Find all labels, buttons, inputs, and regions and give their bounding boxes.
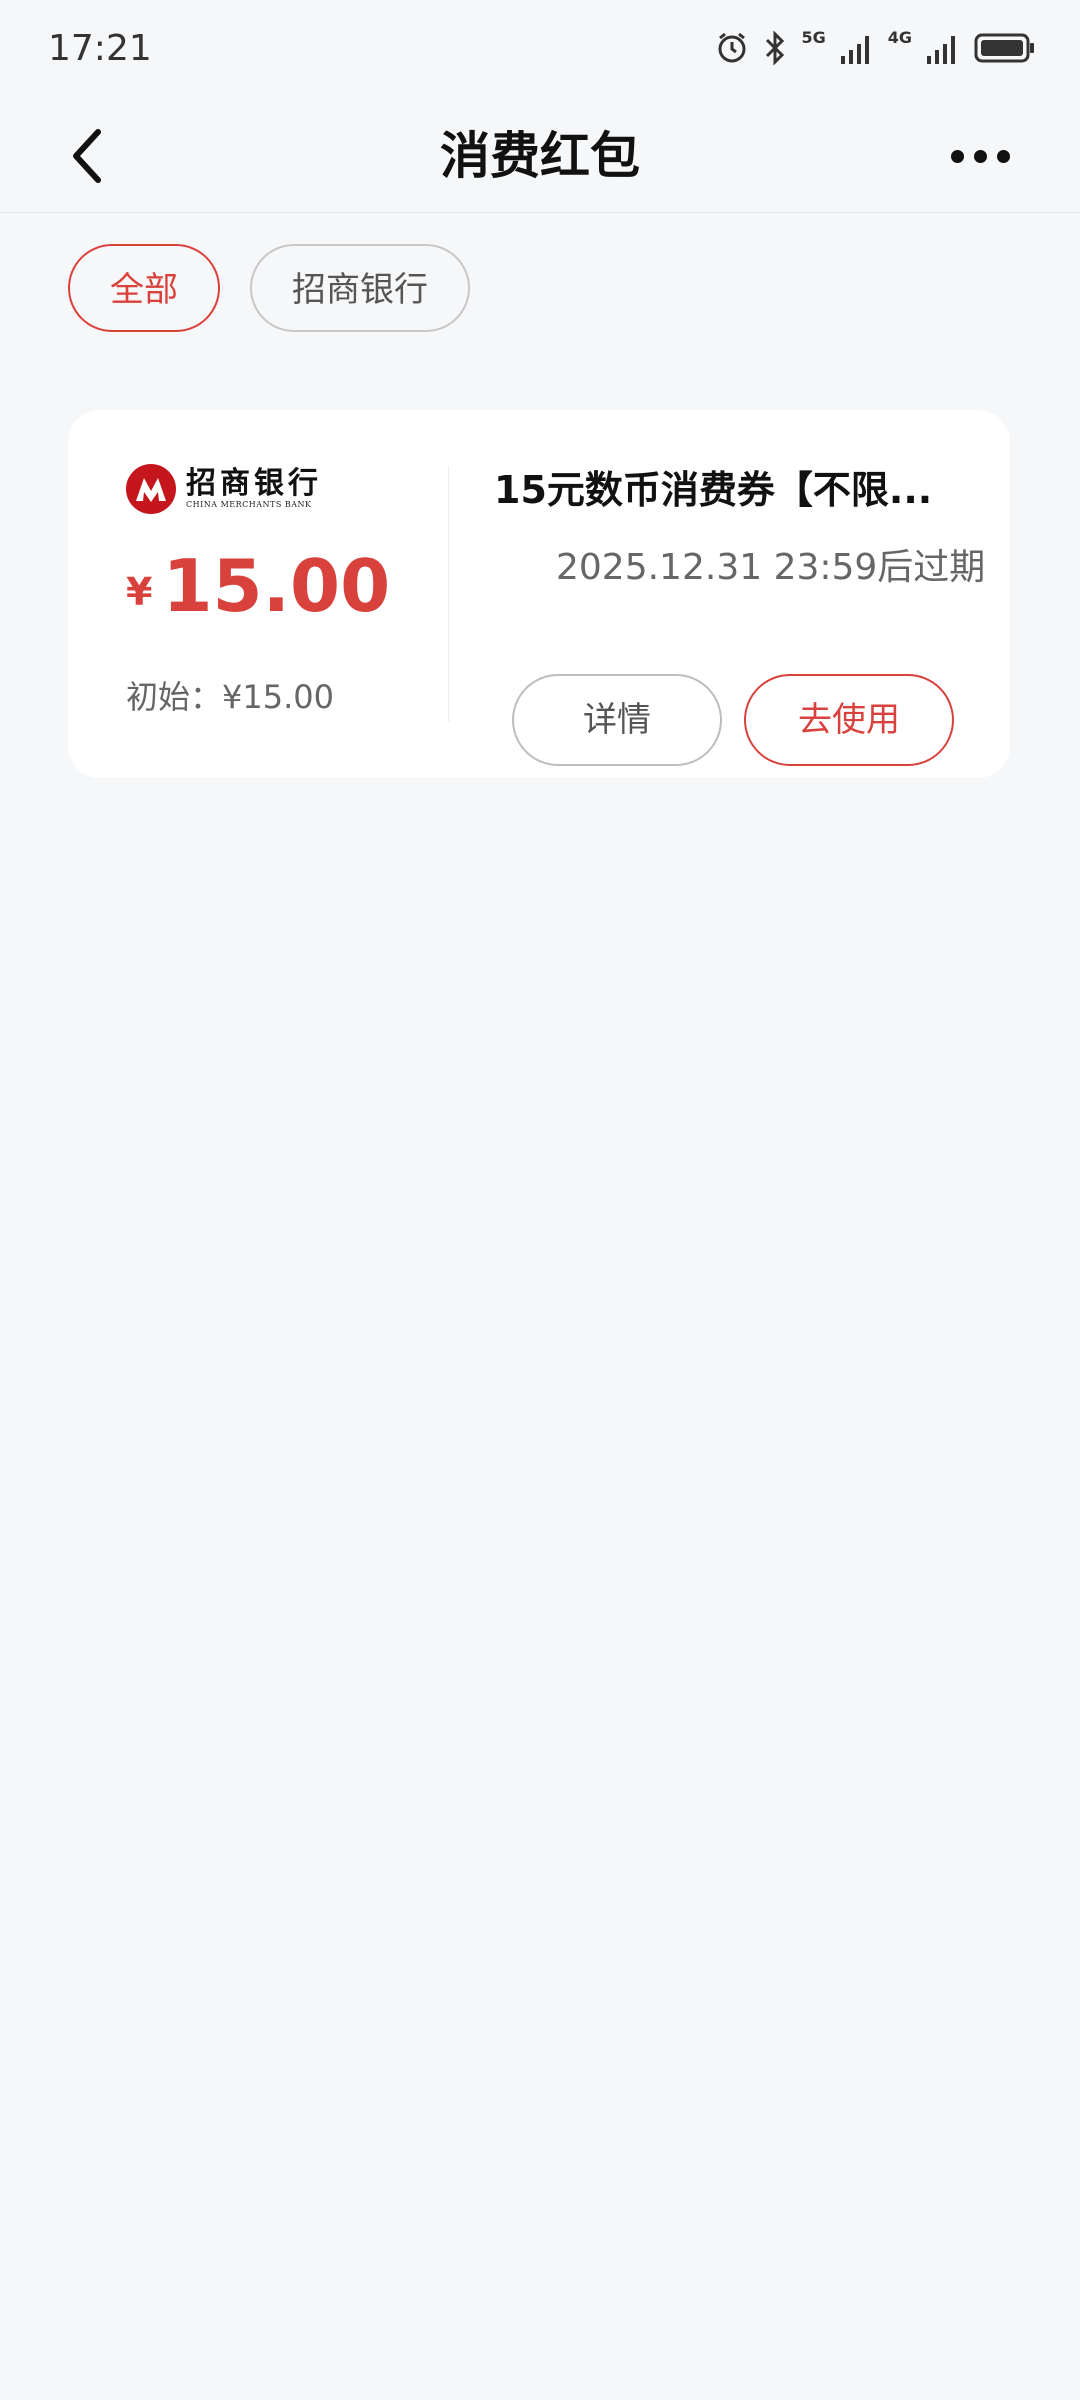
details-button[interactable]: 详情 <box>512 674 722 766</box>
filter-chip-cmb[interactable]: 招商银行 <box>250 244 470 332</box>
bank-name-en: CHINA MERCHANTS BANK <box>186 500 312 509</box>
amount-value: 15.00 <box>162 544 391 628</box>
alarm-icon <box>718 32 746 63</box>
use-button[interactable]: 去使用 <box>744 674 954 766</box>
cmb-logo-icon <box>126 464 176 514</box>
filter-chips: 全部 招商银行 <box>68 244 470 332</box>
coupon-actions: 详情 去使用 <box>512 674 954 766</box>
coupon-card: 招商银行 CHINA MERCHANTS BANK ¥15.00 初始：¥15.… <box>68 410 1010 778</box>
bank-logo: 招商银行 CHINA MERCHANTS BANK <box>126 464 426 514</box>
currency-symbol: ¥ <box>126 570 153 614</box>
coupon-left: 招商银行 CHINA MERCHANTS BANK ¥15.00 初始：¥15.… <box>126 464 426 716</box>
bank-name: 招商银行 <box>186 466 322 501</box>
more-dot <box>950 149 964 163</box>
signal-5g-icon <box>840 36 869 64</box>
network-4g-label: 4G <box>887 28 912 47</box>
battery-icon <box>974 33 1034 63</box>
more-dot <box>973 149 987 163</box>
coupon-amount: ¥15.00 <box>126 544 390 628</box>
status-bar: 17:21 5G 4G <box>0 0 1080 100</box>
coupon-title: 15元数币消费券【不限... <box>494 468 933 512</box>
status-time: 17:21 <box>48 28 152 69</box>
network-5g-label: 5G <box>801 28 826 47</box>
signal-4g-icon <box>927 36 955 64</box>
card-divider <box>448 466 449 722</box>
more-dot <box>996 149 1010 163</box>
coupon-right: 15元数币消费券【不限... 2025.12.31 23:59后过期 详情 去使… <box>494 464 986 766</box>
bank-logo-text: 招商银行 CHINA MERCHANTS BANK <box>186 468 322 510</box>
header: 消费红包 <box>0 100 1080 213</box>
coupon-expiry: 2025.12.31 23:59后过期 <box>556 547 986 588</box>
more-button[interactable] <box>940 122 1020 190</box>
filter-chip-all[interactable]: 全部 <box>68 244 220 332</box>
initial-amount: 初始：¥15.00 <box>126 678 334 716</box>
bluetooth-icon <box>766 30 785 66</box>
status-icons: 5G 4G <box>715 30 1036 66</box>
page-title: 消费红包 <box>440 127 640 185</box>
